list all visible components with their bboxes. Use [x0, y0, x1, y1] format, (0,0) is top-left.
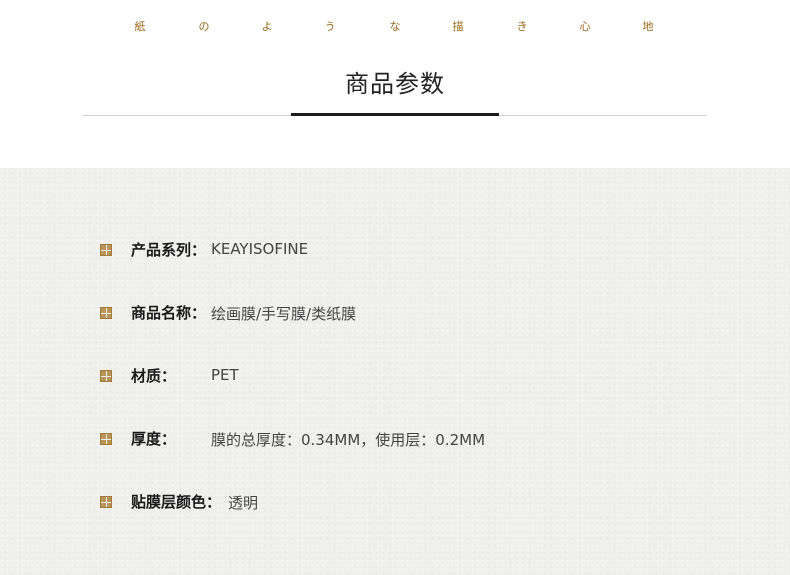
tagline-char: な: [389, 20, 401, 33]
tagline-char: 地: [642, 20, 654, 33]
spec-label: 厚度：: [131, 430, 177, 448]
tagline-char: き: [516, 20, 528, 33]
spec-value: KEAYISOFINE: [211, 240, 309, 258]
spec-row-name: 商品名称： 绘画膜/手写膜/类纸膜: [0, 302, 790, 326]
plus-square-icon: [100, 244, 112, 256]
spec-row-material: 材质： PET: [0, 365, 790, 389]
spec-panel: 产品系列： KEAYISOFINE 商品名称： 绘画膜/手写膜/类纸膜 材质： …: [0, 168, 790, 575]
spec-row-color: 贴膜层颜色： 透明: [0, 491, 790, 515]
spec-label: 材质：: [131, 367, 177, 385]
spec-value: PET: [211, 366, 239, 384]
tagline: 紙 の よ う な 描 き 心 地: [0, 18, 790, 38]
section-title: 商品参数: [345, 70, 445, 98]
plus-square-icon: [100, 370, 112, 382]
tagline-char: う: [324, 20, 336, 33]
plus-square-icon: [100, 496, 112, 508]
tagline-char: の: [198, 20, 210, 33]
spec-label: 贴膜层颜色：: [131, 493, 222, 511]
spec-row-thickness: 厚度： 膜的总厚度：0.34MM，使用层：0.2MM: [0, 428, 790, 452]
plus-square-icon: [100, 307, 112, 319]
tagline-char: よ: [261, 20, 273, 33]
tagline-char: 心: [579, 20, 591, 33]
plus-square-icon: [100, 433, 112, 445]
title-underline-accent: [291, 113, 499, 116]
spec-value: 透明: [228, 494, 259, 512]
spec-value: 膜的总厚度：0.34MM，使用层：0.2MM: [211, 431, 486, 449]
tagline-char: 描: [452, 20, 464, 33]
spec-value: 绘画膜/手写膜/类纸膜: [211, 305, 357, 323]
tagline-char: 紙: [134, 20, 146, 33]
spec-label: 商品名称：: [131, 304, 207, 322]
spec-row-series: 产品系列： KEAYISOFINE: [0, 239, 790, 263]
spec-label: 产品系列：: [131, 241, 207, 259]
